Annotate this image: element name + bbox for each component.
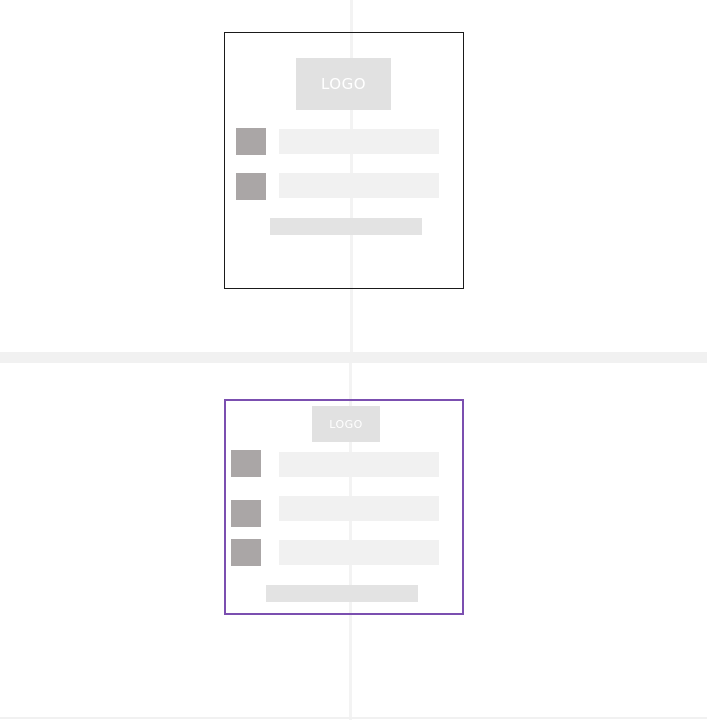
field-icon-placeholder (236, 173, 266, 200)
field-icon-placeholder (231, 500, 261, 527)
field-icon-placeholder (236, 128, 266, 155)
logo-placeholder: LOGO (296, 58, 391, 110)
input-field-placeholder[interactable] (279, 129, 439, 154)
wireframe-login-form-b: LOGO (224, 399, 464, 615)
wireframe-login-form-a: LOGO (224, 32, 464, 289)
input-field-placeholder[interactable] (279, 452, 439, 477)
field-icon-placeholder (231, 450, 261, 477)
input-field-placeholder[interactable] (279, 496, 439, 521)
bottom-guide-line (0, 717, 707, 719)
submit-button-placeholder[interactable] (266, 585, 418, 602)
logo-placeholder: LOGO (312, 406, 380, 442)
field-icon-placeholder (231, 539, 261, 566)
input-field-placeholder[interactable] (279, 540, 439, 565)
input-field-placeholder[interactable] (279, 173, 439, 198)
submit-button-placeholder[interactable] (270, 218, 422, 235)
horizontal-divider (0, 352, 707, 363)
